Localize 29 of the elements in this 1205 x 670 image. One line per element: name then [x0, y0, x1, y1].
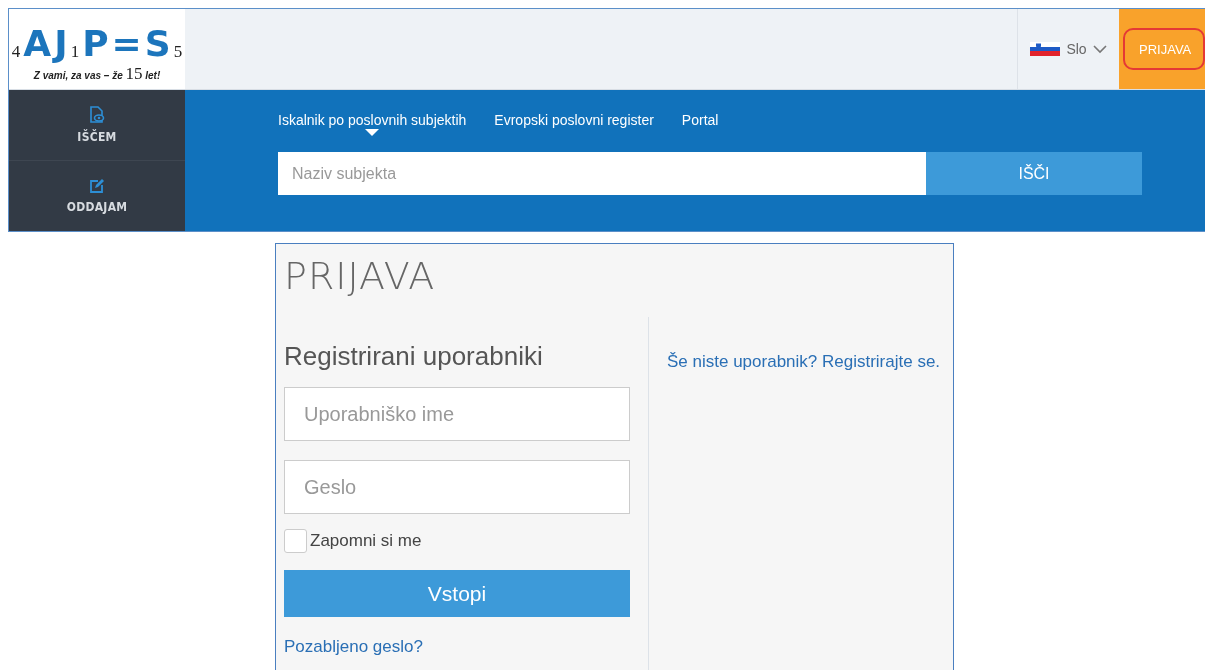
- submit-button[interactable]: Vstopi: [284, 570, 630, 617]
- logo-letter: 1: [70, 43, 80, 60]
- nav-tab[interactable]: Evropski poslovni register: [494, 112, 654, 140]
- register-link[interactable]: Še niste uporabnik? Registrirajte se.: [667, 352, 941, 372]
- logo-letter: 5: [173, 43, 183, 60]
- sidebar-item[interactable]: IŠČEM: [9, 90, 185, 161]
- logo[interactable]: 4AJ 1 P=S 5 Z vami, za vas – že 15 let!: [9, 9, 185, 89]
- nav-tab[interactable]: Portal: [681, 112, 719, 140]
- search-button[interactable]: IŠČI: [926, 152, 1142, 195]
- search-field[interactable]: Naziv subjekta: [278, 152, 926, 195]
- section-heading: Registrirani uporabniki: [284, 341, 544, 372]
- logo-letter: S: [144, 26, 171, 62]
- page-title: PRIJAVA: [284, 254, 437, 298]
- edit-icon: [89, 178, 105, 194]
- username-field[interactable]: Uporabniško ime: [284, 387, 630, 441]
- logo-letter: J: [54, 26, 68, 62]
- logo-letter: A: [23, 26, 52, 62]
- flag-icon: [1030, 42, 1061, 56]
- logo-letter: P: [82, 26, 109, 62]
- logo-letter: =: [111, 26, 142, 62]
- sidebar-item[interactable]: ODDAJAM: [9, 161, 185, 231]
- logo-tagline: Z vami, za vas – že 15 let!: [33, 64, 161, 84]
- document-eye-icon: [89, 106, 105, 124]
- chevron-down-icon: [1092, 44, 1107, 54]
- nav-tab[interactable]: Iskalnik po poslovnih subjektih: [278, 112, 467, 140]
- password-field[interactable]: Geslo: [284, 460, 630, 514]
- logo-letter: 4: [11, 43, 21, 60]
- forgot-password-link[interactable]: Pozabljeno geslo?: [284, 637, 423, 657]
- remember-checkbox[interactable]: Zapomni si me: [284, 529, 422, 553]
